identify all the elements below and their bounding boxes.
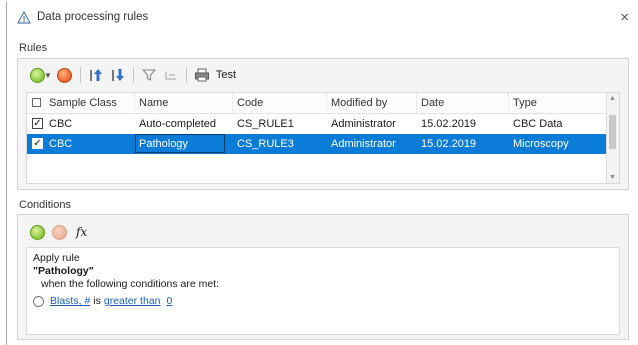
when-conditions-text: when the following conditions are met:	[41, 278, 220, 290]
remove-rule-button[interactable]	[54, 65, 76, 85]
table-row[interactable]: ✓ CBC Auto-completed CS_RULE1 Administra…	[27, 114, 617, 134]
remove-condition-button[interactable]	[48, 222, 70, 242]
cell-code: CS_RULE3	[237, 138, 294, 150]
conditions-panel: fx Apply rule "Pathology" when the follo…	[17, 214, 629, 340]
column-header-name[interactable]: Name	[135, 93, 233, 113]
condition-field-link[interactable]: Blasts, #	[50, 295, 90, 307]
column-header-sample-class[interactable]: Sample Class	[45, 93, 135, 113]
filter-button[interactable]	[138, 65, 160, 85]
rules-table: Sample Class Name Code Modified by Date …	[26, 92, 620, 184]
title-bar: Data processing rules ×	[7, 2, 633, 32]
import-button[interactable]	[160, 65, 182, 85]
rules-panel: ▼ Test Sample Class Name Code Modified b…	[17, 58, 629, 190]
dialog-window: Data processing rules × Rules ▼ Test Sam…	[6, 2, 632, 345]
column-header-date[interactable]: Date	[417, 93, 509, 113]
conditions-toolbar: fx	[26, 222, 87, 242]
toolbar-separator	[79, 67, 81, 83]
rules-group-label: Rules	[19, 42, 48, 54]
cell-sample-class: CBC	[49, 138, 73, 150]
cell-name: Auto-completed	[139, 118, 217, 130]
row-checkbox-cell[interactable]: ✓	[27, 114, 45, 134]
cell-sample-class: CBC	[49, 118, 73, 130]
condition-operator-link[interactable]: greater than	[104, 295, 161, 307]
filter-icon	[141, 69, 156, 81]
move-down-icon	[111, 69, 124, 81]
condition-verb: is	[93, 295, 101, 307]
column-header-modified-by[interactable]: Modified by	[327, 93, 417, 113]
table-header: Sample Class Name Code Modified by Date …	[27, 93, 617, 114]
condition-radio[interactable]	[33, 295, 44, 307]
toolbar-separator	[185, 67, 187, 83]
add-green-circle-icon	[29, 67, 45, 83]
row-checkbox-cell[interactable]: ✓	[27, 134, 45, 154]
rule-name-text: "Pathology"	[33, 265, 94, 277]
condition-item: Blasts, # is greater than 0	[33, 295, 613, 307]
dropdown-caret-icon[interactable]: ▼	[44, 71, 52, 80]
warning-triangle-icon	[17, 11, 31, 24]
condition-value-link[interactable]: 0	[167, 295, 173, 307]
column-header-code[interactable]: Code	[233, 93, 327, 113]
cell-modified-by: Administrator	[331, 118, 396, 130]
cell-code: CS_RULE1	[237, 118, 294, 130]
scrollbar-thumb[interactable]	[609, 115, 616, 149]
toolbar-separator	[132, 67, 134, 83]
cell-date: 15.02.2019	[421, 138, 477, 150]
cell-modified-by: Administrator	[331, 138, 396, 150]
row-checkbox[interactable]: ✓	[32, 138, 43, 149]
import-icon	[165, 72, 176, 80]
test-button[interactable]: Test	[216, 69, 236, 81]
move-up-icon	[89, 69, 102, 81]
remove-red-circle-icon	[51, 224, 67, 240]
scroll-down-icon[interactable]: ▼	[609, 174, 616, 181]
formula-fx-icon[interactable]: fx	[76, 225, 87, 239]
rules-toolbar: ▼ Test	[26, 63, 620, 87]
cell-name[interactable]: Pathology	[135, 134, 233, 154]
add-green-circle-icon	[29, 224, 45, 240]
remove-red-circle-icon	[57, 67, 73, 83]
vertical-scrollbar[interactable]: ▲ ▼	[606, 93, 619, 183]
cell-date: 15.02.2019	[421, 118, 477, 130]
move-down-button[interactable]	[107, 65, 129, 85]
cell-type: Microscopy	[513, 138, 569, 150]
table-row-selected[interactable]: ✓ CBC Pathology CS_RULE3 Administrator 1…	[27, 134, 617, 154]
row-checkbox[interactable]: ✓	[32, 118, 43, 129]
dialog-title: Data processing rules	[37, 11, 149, 23]
column-header-type[interactable]: Type	[509, 93, 617, 113]
conditions-group-label: Conditions	[19, 199, 71, 211]
move-up-button[interactable]	[85, 65, 107, 85]
conditions-editor: Apply rule "Pathology" when the followin…	[26, 247, 620, 335]
close-icon[interactable]: ×	[620, 9, 629, 26]
header-check-column[interactable]	[27, 93, 45, 113]
apply-rule-text: Apply rule	[33, 252, 80, 264]
cell-type: CBC Data	[513, 118, 563, 130]
print-icon	[194, 68, 209, 82]
print-button[interactable]	[191, 65, 213, 85]
select-all-icon	[32, 98, 41, 107]
add-condition-button[interactable]	[26, 222, 48, 242]
scroll-up-icon[interactable]: ▲	[609, 95, 616, 102]
